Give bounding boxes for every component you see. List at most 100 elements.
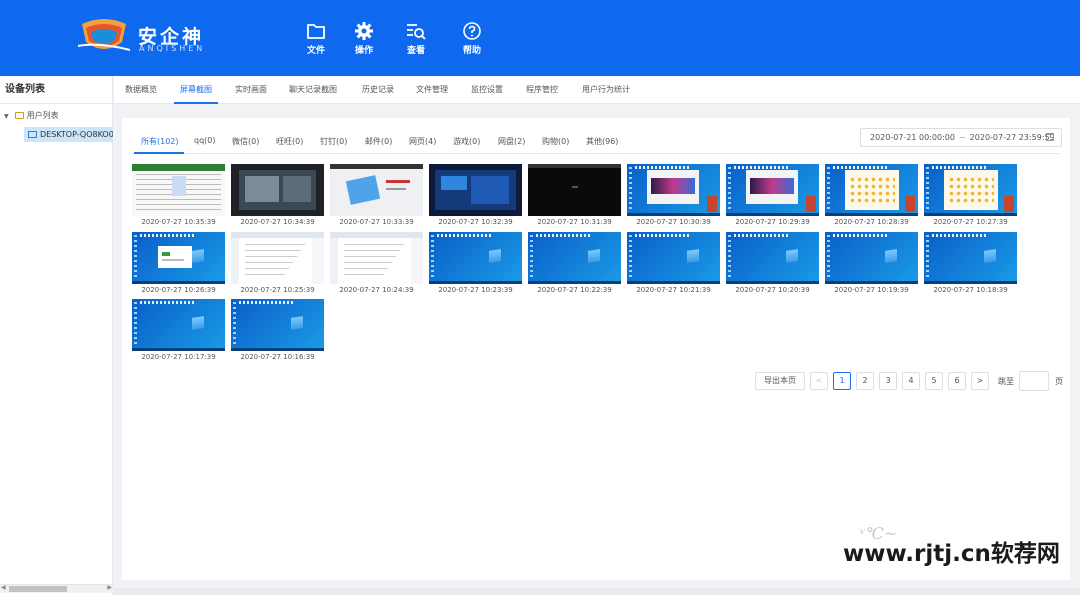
scrollbar-thumb[interactable] xyxy=(9,586,67,592)
subtab-dingtalk[interactable]: 钉钉(0) xyxy=(320,136,347,147)
page-button-5[interactable]: 5 xyxy=(925,372,943,390)
screenshot-card[interactable]: 2020-07-27 10:24:39 xyxy=(330,232,423,296)
screenshot-card[interactable]: 2020-07-27 10:35:39 xyxy=(132,164,225,228)
screenshot-card[interactable]: 2020-07-27 10:27:39 xyxy=(924,164,1017,228)
screenshot-thumbnail[interactable] xyxy=(231,232,324,284)
nav-file-button[interactable]: 文件 xyxy=(296,20,336,56)
screenshot-thumbnail[interactable] xyxy=(924,232,1017,284)
jump-label: 跳至 xyxy=(998,377,1014,386)
screenshot-card[interactable]: 2020-07-27 10:26:39 xyxy=(132,232,225,296)
tree-node-device[interactable]: DESKTOP-QO8KO0 xyxy=(24,127,113,142)
caret-down-icon[interactable]: ▼ xyxy=(4,113,9,120)
screenshot-card[interactable]: 2020-07-27 10:28:39 xyxy=(825,164,918,228)
screenshot-thumbnail[interactable] xyxy=(924,164,1017,216)
monitor-icon xyxy=(28,131,37,138)
page-button-4[interactable]: 4 xyxy=(902,372,920,390)
sidebar-horizontal-scrollbar[interactable]: ◀ ▶ xyxy=(0,584,113,593)
subtab-web[interactable]: 网页(4) xyxy=(409,136,436,147)
screenshot-thumbnail[interactable] xyxy=(132,299,225,351)
page-button-6[interactable]: 6 xyxy=(948,372,966,390)
tab-user-behavior[interactable]: 用户行为统计 xyxy=(582,76,630,104)
screenshot-card[interactable]: 2020-07-27 10:32:39 xyxy=(429,164,522,228)
subtab-qq[interactable]: qq(0) xyxy=(194,136,216,145)
nav-operate-button[interactable]: 操作 xyxy=(344,20,384,56)
search-list-icon xyxy=(407,24,426,40)
screenshot-card[interactable]: 2020-07-27 10:23:39 xyxy=(429,232,522,296)
screenshot-card[interactable]: 2020-07-27 10:20:39 xyxy=(726,232,819,296)
subtab-all[interactable]: 所有(102) xyxy=(141,136,179,147)
screenshot-thumbnail[interactable] xyxy=(330,232,423,284)
screenshot-card[interactable]: 2020-07-27 10:31:39 xyxy=(528,164,621,228)
screenshot-thumbnail[interactable] xyxy=(825,164,918,216)
nav-view-button[interactable]: 查看 xyxy=(396,20,436,56)
date-range-picker[interactable]: 2020-07-21 00:00:00 ~2020-07-27 23:59:59 xyxy=(860,128,1062,147)
screenshot-card[interactable]: 2020-07-27 10:25:39 xyxy=(231,232,324,296)
subtab-wechat[interactable]: 微信(0) xyxy=(232,136,259,147)
screenshot-timestamp: 2020-07-27 10:27:39 xyxy=(933,218,1008,226)
screenshot-timestamp: 2020-07-27 10:20:39 xyxy=(735,286,810,294)
screenshot-thumbnail[interactable] xyxy=(528,232,621,284)
next-page-button[interactable]: > xyxy=(971,372,989,390)
screenshot-card[interactable]: 2020-07-27 10:29:39 xyxy=(726,164,819,228)
prev-page-button[interactable]: < xyxy=(810,372,828,390)
screenshot-thumbnail[interactable] xyxy=(528,164,621,216)
screenshot-thumbnail[interactable] xyxy=(429,164,522,216)
device-name: DESKTOP-QO8KO0 xyxy=(40,130,113,139)
active-tab-indicator xyxy=(134,152,184,154)
subtab-wangwang[interactable]: 旺旺(0) xyxy=(276,136,303,147)
screenshot-panel: 所有(102) qq(0) 微信(0) 旺旺(0) 钉钉(0) 邮件(0) 网页… xyxy=(122,118,1070,580)
screenshot-thumbnail[interactable] xyxy=(132,232,225,284)
tab-chat-screenshots[interactable]: 聊天记录截图 xyxy=(289,76,337,104)
subtab-other[interactable]: 其他(96) xyxy=(586,136,618,147)
tab-screenshots[interactable]: 屏幕截图 xyxy=(174,76,218,104)
tab-history[interactable]: 历史记录 xyxy=(362,76,394,104)
subtab-netdisk[interactable]: 网盘(2) xyxy=(498,136,525,147)
screenshot-card[interactable]: 2020-07-27 10:16:39 xyxy=(231,299,324,363)
page-button-3[interactable]: 3 xyxy=(879,372,897,390)
screenshot-thumbnail[interactable] xyxy=(231,299,324,351)
tab-monitor-settings[interactable]: 监控设置 xyxy=(471,76,503,104)
jump-page-input[interactable] xyxy=(1019,371,1049,391)
screenshot-timestamp: 2020-07-27 10:18:39 xyxy=(933,286,1008,294)
screenshot-card[interactable]: 2020-07-27 10:33:39 xyxy=(330,164,423,228)
screenshot-timestamp: 2020-07-27 10:34:39 xyxy=(240,218,315,226)
screenshot-card[interactable]: 2020-07-27 10:21:39 xyxy=(627,232,720,296)
tab-program-control[interactable]: 程序管控 xyxy=(526,76,558,104)
screenshot-card[interactable]: 2020-07-27 10:34:39 xyxy=(231,164,324,228)
scroll-left-icon[interactable]: ◀ xyxy=(1,584,6,591)
nav-operate-label: 操作 xyxy=(354,46,373,56)
calendar-icon[interactable] xyxy=(1046,133,1054,141)
tab-realtime[interactable]: 实时画面 xyxy=(235,76,267,104)
screenshot-card[interactable]: 2020-07-27 10:19:39 xyxy=(825,232,918,296)
screenshot-thumbnail[interactable] xyxy=(825,232,918,284)
screenshot-card[interactable]: 2020-07-27 10:22:39 xyxy=(528,232,621,296)
help-icon xyxy=(463,22,481,40)
screenshot-card[interactable]: 2020-07-27 10:30:39 xyxy=(627,164,720,228)
subtab-shopping[interactable]: 购物(0) xyxy=(542,136,569,147)
tab-file-management[interactable]: 文件管理 xyxy=(416,76,448,104)
scroll-right-icon[interactable]: ▶ xyxy=(107,584,112,591)
screenshot-thumbnail[interactable] xyxy=(330,164,423,216)
screenshot-thumbnail[interactable] xyxy=(627,232,720,284)
screenshot-thumbnail[interactable] xyxy=(231,164,324,216)
screenshot-card[interactable]: 2020-07-27 10:18:39 xyxy=(924,232,1017,296)
screenshot-thumbnail[interactable] xyxy=(726,232,819,284)
screenshot-thumbnail[interactable] xyxy=(627,164,720,216)
tab-data-overview[interactable]: 数据概览 xyxy=(125,76,157,104)
export-page-button[interactable]: 导出本页 xyxy=(755,372,805,390)
screenshot-card[interactable]: 2020-07-27 10:17:39 xyxy=(132,299,225,363)
page-button-2[interactable]: 2 xyxy=(856,372,874,390)
shield-logo-icon xyxy=(78,19,130,51)
screenshot-thumbnail[interactable] xyxy=(132,164,225,216)
screenshot-timestamp: 2020-07-27 10:26:39 xyxy=(141,286,216,294)
nav-help-label: 帮助 xyxy=(462,46,481,56)
tree-root-user-list[interactable]: ▼ 用户列表 xyxy=(4,110,59,121)
page-button-1[interactable]: 1 xyxy=(833,372,851,390)
app-header: 安企神 ANQISHEN 文件 操作 查看 帮助 xyxy=(0,0,1080,76)
subtab-games[interactable]: 游戏(0) xyxy=(453,136,480,147)
nav-help-button[interactable]: 帮助 xyxy=(452,20,492,56)
screenshot-thumbnail[interactable] xyxy=(726,164,819,216)
subtab-mail[interactable]: 邮件(0) xyxy=(365,136,392,147)
screenshot-thumbnail[interactable] xyxy=(429,232,522,284)
screenshot-timestamp: 2020-07-27 10:30:39 xyxy=(636,218,711,226)
